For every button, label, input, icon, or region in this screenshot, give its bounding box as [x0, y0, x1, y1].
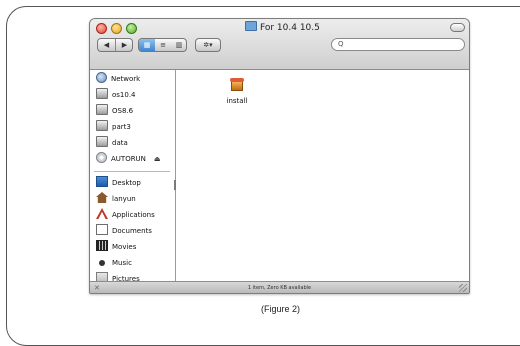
sidebar-item-label: Documents	[112, 227, 152, 235]
disk-icon	[96, 136, 108, 147]
sidebar-item-label: Applications	[112, 211, 155, 219]
sidebar-item-music[interactable]: Music	[96, 256, 132, 270]
applications-icon	[96, 208, 108, 219]
list-view-button[interactable]: ≡	[155, 39, 171, 51]
action-menu-button[interactable]: ✲▾	[195, 38, 221, 52]
view-switcher: ▦ ≡ ▥	[138, 38, 187, 52]
sidebar-item-os10-4[interactable]: os10.4	[96, 88, 136, 102]
network-icon	[96, 72, 107, 83]
status-text: 1 item, Zero KB available	[247, 285, 312, 291]
sidebar-item-label: Network	[111, 75, 141, 83]
sidebar-item-documents[interactable]: Documents	[96, 224, 152, 238]
back-button[interactable]: ◀	[98, 39, 115, 51]
nav-buttons: ◀ ▶	[97, 38, 133, 52]
zoom-button[interactable]	[126, 23, 137, 34]
sidebar-item-label: Desktop	[112, 179, 141, 187]
disk-icon	[96, 88, 108, 99]
sidebar-item-label: AUTORUN	[111, 155, 146, 163]
sidebar-item-label: os10.4	[112, 91, 136, 99]
sidebar-item-label: lanyun	[112, 195, 136, 203]
file-item-install[interactable]: install	[217, 78, 257, 105]
sidebar-item-desktop[interactable]: Desktop	[96, 176, 141, 190]
toolbar-toggle-button[interactable]	[450, 23, 465, 32]
minimize-button[interactable]	[111, 23, 122, 34]
disk-icon	[96, 104, 108, 115]
sidebar-item-label: part3	[112, 123, 131, 131]
file-label: install	[226, 97, 248, 105]
sidebar-divider	[94, 171, 170, 172]
movies-icon	[96, 240, 108, 251]
home-icon	[96, 192, 108, 203]
folder-icon	[245, 21, 257, 31]
sidebar-item-movies[interactable]: Movies	[96, 240, 136, 254]
sidebar-item-label: Movies	[112, 243, 137, 251]
sidebar-item-data[interactable]: data	[96, 136, 128, 150]
installer-package-icon	[230, 78, 244, 92]
resize-grip-icon[interactable]	[459, 284, 467, 292]
eject-icon[interactable]: ⏏	[154, 155, 161, 163]
sidebar-item-lanyun[interactable]: lanyun	[96, 192, 136, 206]
sidebar-item-autorun[interactable]: AUTORUN ⏏	[96, 152, 161, 166]
sidebar: Network os10.4 OS8.6 part3 data AUTORUN ⏏…	[90, 70, 176, 283]
finder-window: For 10.4 10.5 ◀ ▶ ▦ ≡ ▥ ✲▾ Q Network os1…	[89, 18, 470, 294]
window-title: For 10.4 10.5	[245, 21, 320, 33]
documents-icon	[96, 224, 108, 235]
icon-view-button[interactable]: ▦	[139, 39, 155, 51]
sidebar-item-label: OS8.6	[112, 107, 134, 115]
close-button[interactable]	[96, 23, 107, 34]
desktop-icon	[96, 176, 108, 187]
titlebar: For 10.4 10.5 ◀ ▶ ▦ ≡ ▥ ✲▾ Q	[90, 19, 469, 70]
sidebar-item-os8-6[interactable]: OS8.6	[96, 104, 133, 118]
no-write-icon: ✕	[94, 284, 100, 292]
window-title-text: For 10.4 10.5	[260, 23, 320, 33]
sidebar-item-label: data	[112, 139, 128, 147]
disk-icon	[96, 120, 108, 131]
sidebar-item-part3[interactable]: part3	[96, 120, 131, 134]
music-icon	[99, 260, 105, 266]
sidebar-item-network[interactable]: Network	[96, 72, 140, 86]
figure-caption: (Figure 2)	[260, 304, 300, 314]
status-bar: ✕ 1 item, Zero KB available	[90, 281, 469, 293]
column-view-button[interactable]: ▥	[171, 39, 187, 51]
sidebar-item-applications[interactable]: Applications	[96, 208, 155, 222]
sidebar-item-label: Music	[112, 259, 132, 267]
search-field[interactable]: Q	[331, 38, 465, 51]
cd-icon	[96, 152, 107, 163]
file-browser-content: install	[176, 70, 469, 281]
forward-button[interactable]: ▶	[116, 39, 133, 51]
